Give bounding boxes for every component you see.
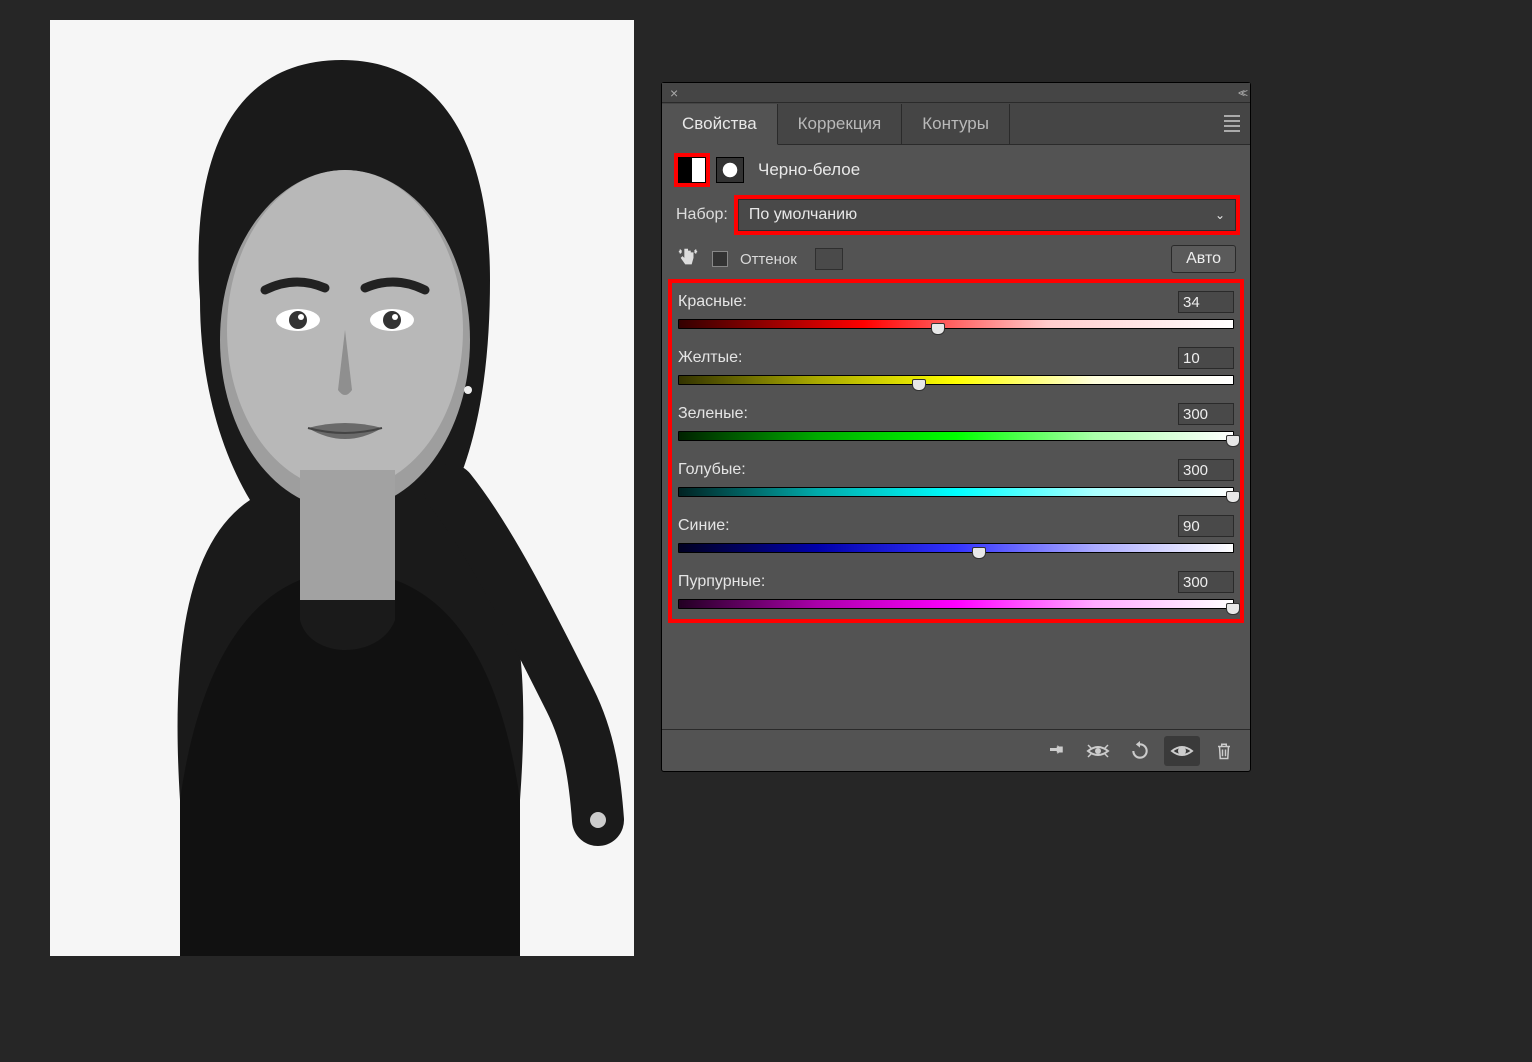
tab-adjustments[interactable]: Коррекция <box>778 104 903 144</box>
adjustment-header: Черно-белое <box>676 157 1236 183</box>
slider-value-input[interactable]: 300 <box>1178 403 1234 425</box>
visibility-icon[interactable] <box>1164 736 1200 766</box>
canvas-document-image <box>50 20 634 956</box>
slider-label: Красные: <box>678 293 747 311</box>
slider-yellows: Желтые: 10 <box>678 347 1234 385</box>
slider-thumb[interactable] <box>931 323 945 335</box>
slider-value-input[interactable]: 34 <box>1178 291 1234 313</box>
slider-track[interactable] <box>678 487 1234 497</box>
adjustment-title: Черно-белое <box>758 160 860 180</box>
tab-properties[interactable]: Свойства <box>662 104 778 145</box>
close-icon[interactable]: × <box>668 85 680 101</box>
slider-cyans: Голубые: 300 <box>678 459 1234 497</box>
slider-label: Голубые: <box>678 461 746 479</box>
panel-titlebar: × << <box>662 83 1250 103</box>
slider-value-input[interactable]: 90 <box>1178 515 1234 537</box>
preset-label: Набор: <box>676 206 728 224</box>
slider-thumb[interactable] <box>1226 603 1240 615</box>
tint-label: Оттенок <box>740 251 797 268</box>
panel-footer <box>662 729 1250 771</box>
preset-row: Набор: По умолчанию ⌄ <box>676 199 1236 231</box>
slider-label: Синие: <box>678 517 730 535</box>
slider-label: Пурпурные: <box>678 573 765 591</box>
slider-label: Желтые: <box>678 349 742 367</box>
slider-greens: Зеленые: 300 <box>678 403 1234 441</box>
adjustment-thumb-icon[interactable] <box>678 157 706 183</box>
panel-body: Черно-белое Набор: По умолчанию ⌄ Оттено… <box>662 145 1250 729</box>
color-sliders-block: Красные: 34 Желтые: 10 Зеленые: <box>672 283 1240 619</box>
slider-value-input[interactable]: 300 <box>1178 571 1234 593</box>
slider-track[interactable] <box>678 375 1234 385</box>
tint-row: Оттенок Авто <box>676 245 1236 273</box>
panel-menu-icon[interactable] <box>1224 115 1240 132</box>
auto-button[interactable]: Авто <box>1171 245 1236 273</box>
slider-thumb[interactable] <box>1226 491 1240 503</box>
slider-reds: Красные: 34 <box>678 291 1234 329</box>
targeted-adjustment-icon[interactable] <box>676 246 700 273</box>
slider-thumb[interactable] <box>912 379 926 391</box>
properties-panel: × << Свойства Коррекция Контуры Черно-бе… <box>661 82 1251 772</box>
tint-checkbox[interactable] <box>712 251 728 267</box>
tab-paths[interactable]: Контуры <box>902 104 1010 144</box>
panel-tabs: Свойства Коррекция Контуры <box>662 103 1250 145</box>
view-previous-icon[interactable] <box>1080 736 1116 766</box>
slider-blues: Синие: 90 <box>678 515 1234 553</box>
slider-track[interactable] <box>678 431 1234 441</box>
slider-magentas: Пурпурные: 300 <box>678 571 1234 609</box>
mask-thumb-icon[interactable] <box>716 157 744 183</box>
tint-color-swatch[interactable] <box>815 248 843 270</box>
delete-icon[interactable] <box>1206 736 1242 766</box>
slider-value-input[interactable]: 10 <box>1178 347 1234 369</box>
preset-value: По умолчанию <box>749 206 857 224</box>
chevron-down-icon: ⌄ <box>1215 208 1225 222</box>
preset-dropdown[interactable]: По умолчанию ⌄ <box>738 199 1236 231</box>
slider-value-input[interactable]: 300 <box>1178 459 1234 481</box>
slider-track[interactable] <box>678 319 1234 329</box>
slider-label: Зеленые: <box>678 405 748 423</box>
collapse-icon[interactable]: << <box>1238 86 1244 100</box>
clip-to-layer-icon[interactable] <box>1038 736 1074 766</box>
slider-thumb[interactable] <box>1226 435 1240 447</box>
slider-track[interactable] <box>678 599 1234 609</box>
reset-icon[interactable] <box>1122 736 1158 766</box>
slider-track[interactable] <box>678 543 1234 553</box>
slider-thumb[interactable] <box>972 547 986 559</box>
